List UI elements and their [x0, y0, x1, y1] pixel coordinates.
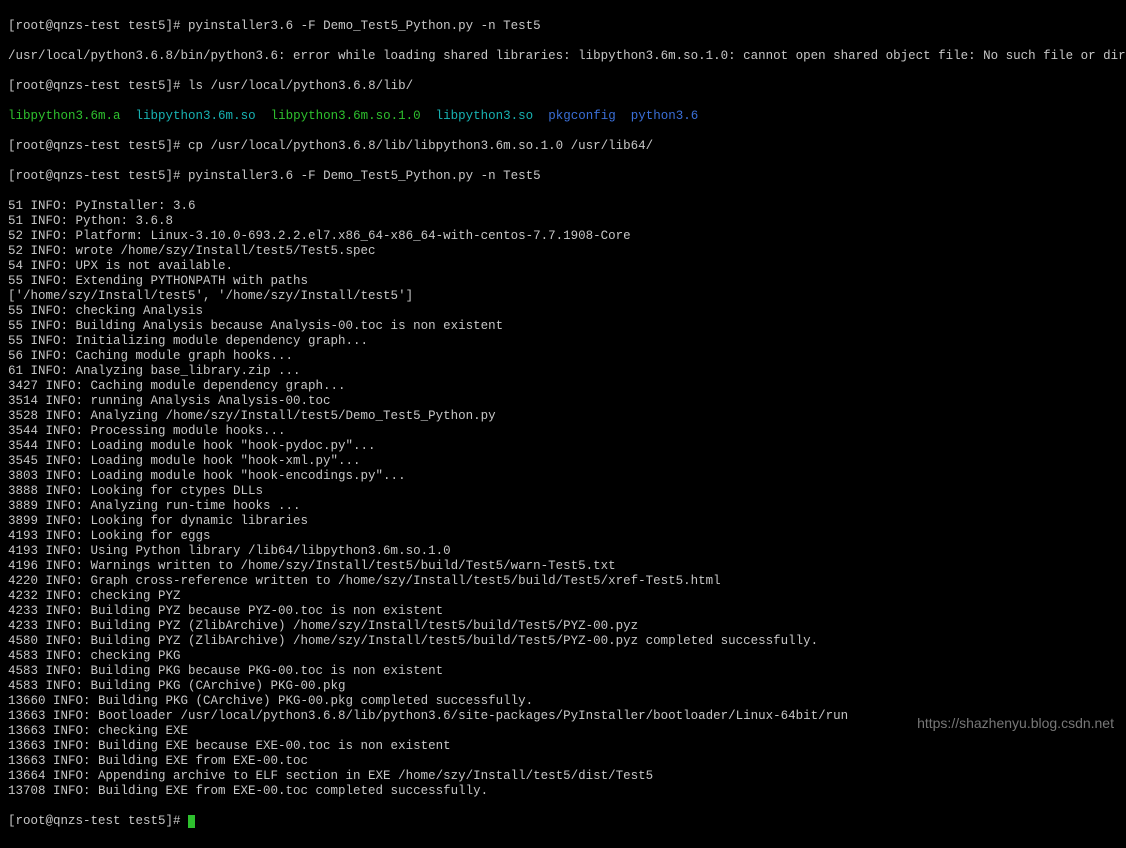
build-output: 51 INFO: PyInstaller: 3.651 INFO: Python…	[8, 199, 1118, 799]
output-line: 4580 INFO: Building PYZ (ZlibArchive) /h…	[8, 634, 1118, 649]
output-line: 3544 INFO: Loading module hook "hook-pyd…	[8, 439, 1118, 454]
output-line: 4232 INFO: checking PYZ	[8, 589, 1118, 604]
output-line: 56 INFO: Caching module graph hooks...	[8, 349, 1118, 364]
file-archive: libpython3.6m.a	[8, 109, 121, 123]
output-line: 55 INFO: Initializing module dependency …	[8, 334, 1118, 349]
file-so: libpython3.6m.so	[136, 109, 256, 123]
output-line: 4193 INFO: Looking for eggs	[8, 529, 1118, 544]
output-line: 3803 INFO: Loading module hook "hook-enc…	[8, 469, 1118, 484]
output-line: 4233 INFO: Building PYZ (ZlibArchive) /h…	[8, 619, 1118, 634]
prompt-line-2: [root@qnzs-test test5]# ls /usr/local/py…	[8, 79, 1118, 94]
output-line: 3544 INFO: Processing module hooks...	[8, 424, 1118, 439]
prompt: [root@qnzs-test test5]#	[8, 19, 181, 33]
output-line: 3514 INFO: running Analysis Analysis-00.…	[8, 394, 1118, 409]
output-line: 52 INFO: Platform: Linux-3.10.0-693.2.2.…	[8, 229, 1118, 244]
output-line: 13708 INFO: Building EXE from EXE-00.toc…	[8, 784, 1118, 799]
output-line: 4196 INFO: Warnings written to /home/szy…	[8, 559, 1118, 574]
command-text: ls /usr/local/python3.6.8/lib/	[188, 79, 413, 93]
output-line: 55 INFO: Building Analysis because Analy…	[8, 319, 1118, 334]
prompt: [root@qnzs-test test5]#	[8, 814, 181, 828]
output-line: 3545 INFO: Loading module hook "hook-xml…	[8, 454, 1118, 469]
output-line: 3899 INFO: Looking for dynamic libraries	[8, 514, 1118, 529]
output-line: 4193 INFO: Using Python library /lib64/l…	[8, 544, 1118, 559]
output-line: 55 INFO: Extending PYTHONPATH with paths	[8, 274, 1118, 289]
output-line: ['/home/szy/Install/test5', '/home/szy/I…	[8, 289, 1118, 304]
dir-pkgconfig: pkgconfig	[548, 109, 616, 123]
dir-python: python3.6	[631, 109, 699, 123]
output-line: 4583 INFO: Building PKG (CArchive) PKG-0…	[8, 679, 1118, 694]
output-line: 54 INFO: UPX is not available.	[8, 259, 1118, 274]
prompt: [root@qnzs-test test5]#	[8, 169, 181, 183]
output-line: 52 INFO: wrote /home/szy/Install/test5/T…	[8, 244, 1118, 259]
watermark-text: https://shazhenyu.blog.csdn.net	[917, 716, 1114, 731]
output-line: 51 INFO: Python: 3.6.8	[8, 214, 1118, 229]
file-so-2: libpython3.so	[436, 109, 534, 123]
output-line: 4220 INFO: Graph cross-reference written…	[8, 574, 1118, 589]
output-line: 51 INFO: PyInstaller: 3.6	[8, 199, 1118, 214]
output-line: 4583 INFO: Building PKG because PKG-00.t…	[8, 664, 1118, 679]
output-line: 4233 INFO: Building PYZ because PYZ-00.t…	[8, 604, 1118, 619]
output-line: 4583 INFO: checking PKG	[8, 649, 1118, 664]
prompt-line-3: [root@qnzs-test test5]# cp /usr/local/py…	[8, 139, 1118, 154]
command-text: cp /usr/local/python3.6.8/lib/libpython3…	[188, 139, 653, 153]
output-line: 3888 INFO: Looking for ctypes DLLs	[8, 484, 1118, 499]
output-line: 3889 INFO: Analyzing run-time hooks ...	[8, 499, 1118, 514]
output-line: 55 INFO: checking Analysis	[8, 304, 1118, 319]
prompt-line-1: [root@qnzs-test test5]# pyinstaller3.6 -…	[8, 19, 1118, 34]
error-line: /usr/local/python3.6.8/bin/python3.6: er…	[8, 49, 1118, 64]
output-line: 3427 INFO: Caching module dependency gra…	[8, 379, 1118, 394]
prompt: [root@qnzs-test test5]#	[8, 139, 181, 153]
command-text: pyinstaller3.6 -F Demo_Test5_Python.py -…	[188, 19, 541, 33]
ls-output: libpython3.6m.a libpython3.6m.so libpyth…	[8, 109, 1118, 124]
output-line: 61 INFO: Analyzing base_library.zip ...	[8, 364, 1118, 379]
output-line: 13663 INFO: Building EXE because EXE-00.…	[8, 739, 1118, 754]
file-so-1: libpython3.6m.so.1.0	[271, 109, 421, 123]
prompt-line-4: [root@qnzs-test test5]# pyinstaller3.6 -…	[8, 169, 1118, 184]
output-line: 3528 INFO: Analyzing /home/szy/Install/t…	[8, 409, 1118, 424]
prompt-line-final[interactable]: [root@qnzs-test test5]#	[8, 814, 1118, 829]
prompt: [root@qnzs-test test5]#	[8, 79, 181, 93]
cursor	[188, 815, 195, 828]
output-line: 13660 INFO: Building PKG (CArchive) PKG-…	[8, 694, 1118, 709]
command-text: pyinstaller3.6 -F Demo_Test5_Python.py -…	[188, 169, 541, 183]
output-line: 13663 INFO: Building EXE from EXE-00.toc	[8, 754, 1118, 769]
output-line: 13664 INFO: Appending archive to ELF sec…	[8, 769, 1118, 784]
